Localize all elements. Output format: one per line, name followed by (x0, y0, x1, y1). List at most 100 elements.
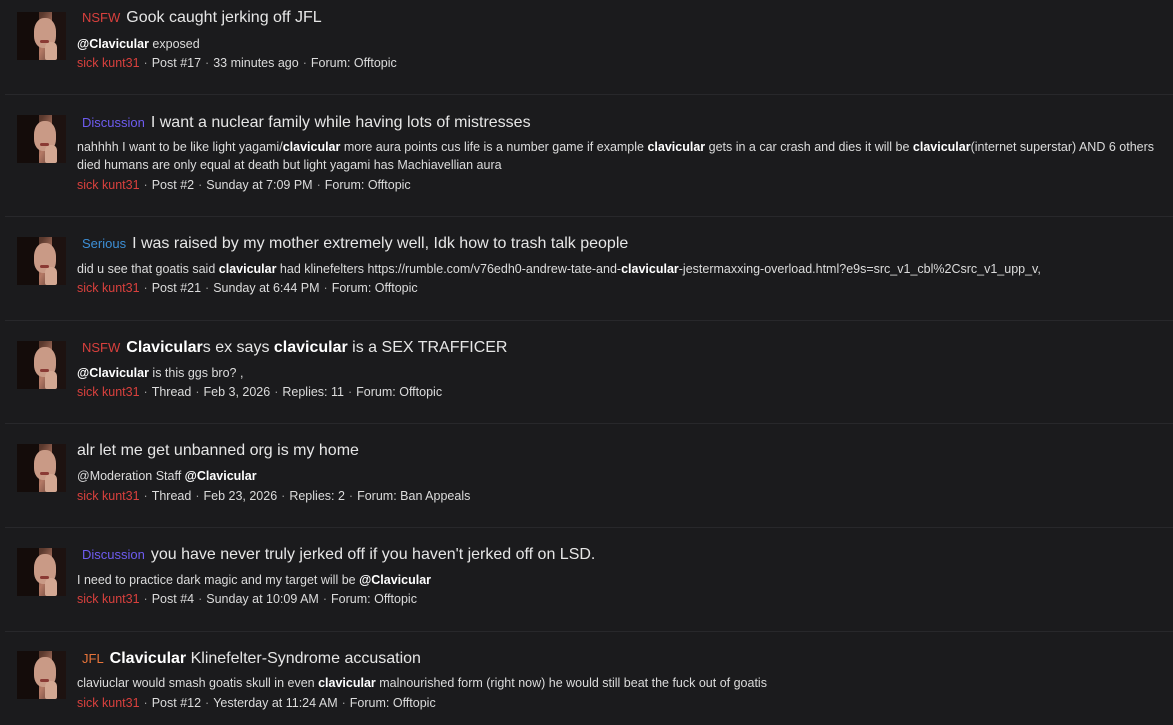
meta-item: 33 minutes ago (213, 56, 299, 70)
snippet-text: gets in a car crash and dies it will be (705, 140, 913, 154)
thread-prefix-label[interactable]: Discussion (82, 547, 145, 562)
author-link[interactable]: sick kunt31 (77, 592, 140, 606)
title-highlight: clavicular (273, 339, 348, 356)
thread-prefix-label[interactable]: JFL (82, 651, 104, 666)
meta-separator: · (143, 385, 148, 399)
snippet-text: did u see that goatis said (77, 262, 219, 276)
title-text: s ex says (202, 339, 274, 356)
meta-item: Sunday at 7:09 PM (206, 178, 313, 192)
snippet-text: nahhhh I want to be like light yagami/ (77, 140, 283, 154)
title-text: Klinefelter-Syndrome accusation (186, 650, 421, 667)
meta-item: Thread (151, 385, 192, 399)
author-link[interactable]: sick kunt31 (77, 56, 140, 70)
snippet-text: claviuclar would smash goatis skull in e… (77, 676, 319, 690)
forum-link[interactable]: Forum: Offtopic (331, 592, 417, 606)
forum-link[interactable]: Forum: Offtopic (356, 385, 442, 399)
result-meta: sick kunt31 · Post #21 · Sunday at 6:44 PM · F… (77, 281, 418, 295)
forum-link[interactable]: Forum: Offtopic (332, 281, 418, 295)
meta-item: Yesterday at 11:24 AM (213, 696, 338, 710)
result-snippet: @Clavicular is this ggs bro? , (77, 364, 1161, 382)
meta-separator: · (143, 592, 148, 606)
author-link[interactable]: sick kunt31 (77, 281, 140, 295)
result-meta: sick kunt31 · Post #12 · Yesterday at 11:24 … (77, 696, 436, 710)
avatar[interactable] (17, 548, 66, 596)
result-title[interactable]: Discussion I want a nuclear family while … (77, 114, 531, 132)
snippet-highlight: clavicular (318, 676, 376, 690)
result-divider (5, 320, 1173, 321)
meta-item: Post #2 (151, 178, 195, 192)
snippet-text: exposed (148, 37, 200, 51)
forum-link[interactable]: Forum: Offtopic (350, 696, 436, 710)
forum-link[interactable]: Forum: Offtopic (311, 56, 397, 70)
result-title[interactable]: NSFW Gook caught jerking off JFL (77, 9, 322, 27)
snippet-highlight: @Clavicular (77, 37, 149, 51)
author-link[interactable]: sick kunt31 (77, 489, 140, 503)
snippet-text: more aura points cus life is a number ga… (340, 140, 648, 154)
title-text: I want a nuclear family while having lot… (150, 114, 531, 131)
thread-prefix-label[interactable]: Discussion (82, 115, 145, 130)
meta-separator: · (322, 592, 328, 606)
search-results-list: NSFW Gook caught jerking off JFL @Clavicul… (0, 0, 1173, 725)
result-divider (5, 216, 1173, 217)
avatar[interactable] (17, 115, 66, 163)
meta-item: Feb 3, 2026 (203, 385, 271, 399)
result-title[interactable]: Discussion you have never truly jerked of… (77, 546, 595, 564)
avatar[interactable] (17, 237, 66, 285)
meta-item: Sunday at 6:44 PM (213, 281, 320, 295)
meta-item: Post #12 (151, 696, 202, 710)
title-text: alr let me get unbanned org is my home (77, 442, 359, 459)
title-highlight: Clavicular (109, 650, 187, 667)
meta-separator: · (143, 696, 148, 710)
avatar[interactable] (17, 12, 66, 60)
snippet-text: -jestermaxxing-overload.html?e9s=src_v1_… (678, 262, 1041, 276)
title-text: you have never truly jerked off if you h… (150, 546, 596, 563)
meta-separator: · (205, 281, 210, 295)
result-meta: sick kunt31 · Post #4 · Sunday at 10:09 AM · F… (77, 592, 417, 606)
snippet-highlight: @Clavicular (77, 366, 149, 380)
title-text: Gook caught jerking off JFL (126, 9, 322, 26)
snippet-text: @Moderation Staff (77, 469, 185, 483)
result-snippet: nahhhh I want to be like light yagami/cl… (77, 138, 1161, 174)
result-title[interactable]: NSFW Claviculars ex says clavicular is a … (77, 339, 507, 357)
avatar[interactable] (17, 341, 66, 389)
result-snippet: did u see that goatis said clavicular ha… (77, 260, 1161, 278)
result-meta: sick kunt31 · Post #17 · 33 minutes ago · Foru… (77, 56, 397, 70)
thread-prefix-label[interactable]: NSFW (82, 10, 120, 25)
snippet-highlight: clavicular (282, 140, 341, 154)
result-title[interactable]: alr let me get unbanned org is my home (77, 442, 359, 460)
meta-item: Sunday at 10:09 AM (206, 592, 319, 606)
forum-link[interactable]: Forum: Ban Appeals (357, 489, 470, 503)
thread-prefix-label[interactable]: Serious (82, 236, 126, 251)
snippet-text: is this ggs bro? , (148, 366, 244, 380)
meta-separator: · (347, 385, 353, 399)
meta-separator: · (323, 281, 328, 295)
meta-separator: · (302, 56, 307, 70)
result-title[interactable]: Serious I was raised by my mother extreme… (77, 235, 628, 253)
result-meta: sick kunt31 · Post #2 · Sunday at 7:09 PM · Fo… (77, 178, 411, 192)
meta-item: Thread (151, 489, 192, 503)
avatar[interactable] (17, 444, 66, 492)
meta-separator: · (205, 696, 210, 710)
meta-separator: · (274, 385, 279, 399)
author-link[interactable]: sick kunt31 (77, 178, 140, 192)
thread-prefix-label[interactable]: NSFW (82, 340, 120, 355)
meta-separator: · (316, 178, 321, 192)
avatar[interactable] (17, 651, 66, 699)
meta-separator: · (281, 489, 286, 503)
meta-item: Replies: 2 (289, 489, 345, 503)
result-snippet: I need to practice dark magic and my tar… (77, 571, 1161, 589)
meta-separator: · (198, 592, 203, 606)
author-link[interactable]: sick kunt31 (77, 385, 140, 399)
snippet-highlight: @Clavicular (359, 573, 432, 587)
title-text: is a SEX TRAFFICER (347, 339, 508, 356)
result-title[interactable]: JFL Clavicular Klinefelter-Syndrome accus… (77, 650, 421, 668)
snippet-highlight: clavicular (647, 140, 706, 154)
snippet-text: had klinefelters https://rumble.com/v76e… (276, 262, 622, 276)
result-meta: sick kunt31 · Thread · Feb 23, 2026 · Replies:… (77, 489, 470, 503)
meta-item: Replies: 11 (282, 385, 344, 399)
forum-link[interactable]: Forum: Offtopic (325, 178, 411, 192)
meta-separator: · (143, 281, 148, 295)
meta-item: Feb 23, 2026 (203, 489, 278, 503)
author-link[interactable]: sick kunt31 (77, 696, 140, 710)
snippet-highlight: clavicular (912, 140, 971, 154)
